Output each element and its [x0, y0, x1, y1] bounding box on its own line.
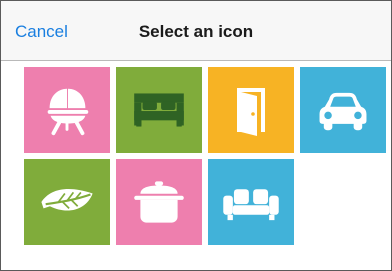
bed-icon	[134, 93, 184, 127]
icon-tile-door[interactable]	[208, 67, 294, 153]
icon-tile-stroller[interactable]	[24, 67, 110, 153]
navigation-bar: Cancel Select an icon	[1, 1, 391, 61]
icon-tile-bed[interactable]	[116, 67, 202, 153]
leaf-icon	[41, 189, 93, 211]
sofa-icon	[223, 189, 279, 221]
cooking-pot-icon	[134, 181, 184, 223]
icon-tile-sofa[interactable]	[208, 159, 294, 245]
icon-tile-car[interactable]	[300, 67, 386, 153]
icon-tile-cooking-pot[interactable]	[116, 159, 202, 245]
page-title: Select an icon	[138, 22, 254, 41]
car-icon	[319, 92, 367, 131]
door-icon	[237, 88, 265, 136]
icon-tile-leaf[interactable]	[24, 159, 110, 245]
icon-picker-screen: Cancel Select an icon	[0, 0, 392, 271]
stroller-icon	[47, 88, 89, 136]
